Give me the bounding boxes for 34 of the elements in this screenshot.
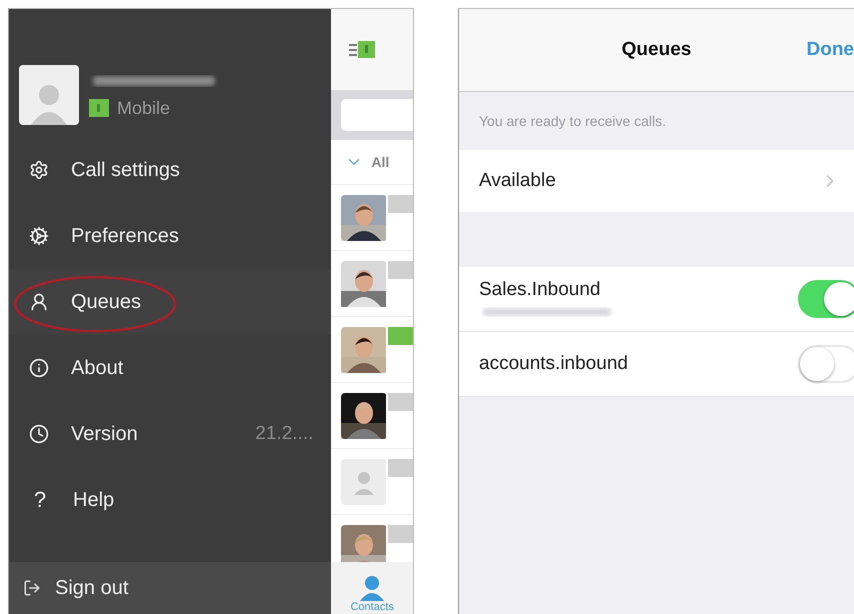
search-field[interactable] xyxy=(341,99,413,131)
group-label: All xyxy=(371,154,390,170)
screen-title: Queues xyxy=(622,39,692,61)
menu-flag-icon[interactable] xyxy=(349,38,376,60)
gears-icon xyxy=(29,226,49,246)
flag-icon xyxy=(388,261,413,279)
flag-icon xyxy=(89,99,109,117)
menu-item[interactable]: ? Help xyxy=(9,467,332,533)
flag-icon xyxy=(388,195,413,213)
queue-name: Sales.Inbound xyxy=(479,279,602,301)
flag-icon xyxy=(388,525,413,543)
queue-toggle[interactable] xyxy=(798,280,854,318)
avatar-placeholder-icon xyxy=(341,458,386,504)
sign-out-icon xyxy=(23,579,41,597)
queue-name: accounts.inbound xyxy=(479,353,628,375)
menu-item[interactable]: Preferences xyxy=(9,203,332,269)
person-icon xyxy=(29,292,49,312)
gear-icon xyxy=(29,160,49,180)
menu-item[interactable]: Queues xyxy=(9,269,332,335)
status-text: Mobile xyxy=(117,98,170,118)
menu-item[interactable]: About xyxy=(9,335,332,401)
availability-row[interactable]: Available xyxy=(459,150,854,212)
help-icon: ? xyxy=(29,487,51,513)
menu-item[interactable]: Version 21.2.... xyxy=(9,401,332,467)
status-message: You are ready to receive calls. xyxy=(478,112,668,131)
person-icon xyxy=(359,575,386,601)
info-icon xyxy=(29,358,49,378)
clock-icon xyxy=(29,424,49,444)
flag-icon xyxy=(388,459,413,477)
sign-out-button[interactable]: Sign out xyxy=(9,562,332,614)
flag-icon xyxy=(388,327,413,345)
version-number: 21.2.... xyxy=(255,423,314,445)
flag-icon xyxy=(388,393,413,411)
menu-item[interactable]: Call settings xyxy=(9,137,332,203)
